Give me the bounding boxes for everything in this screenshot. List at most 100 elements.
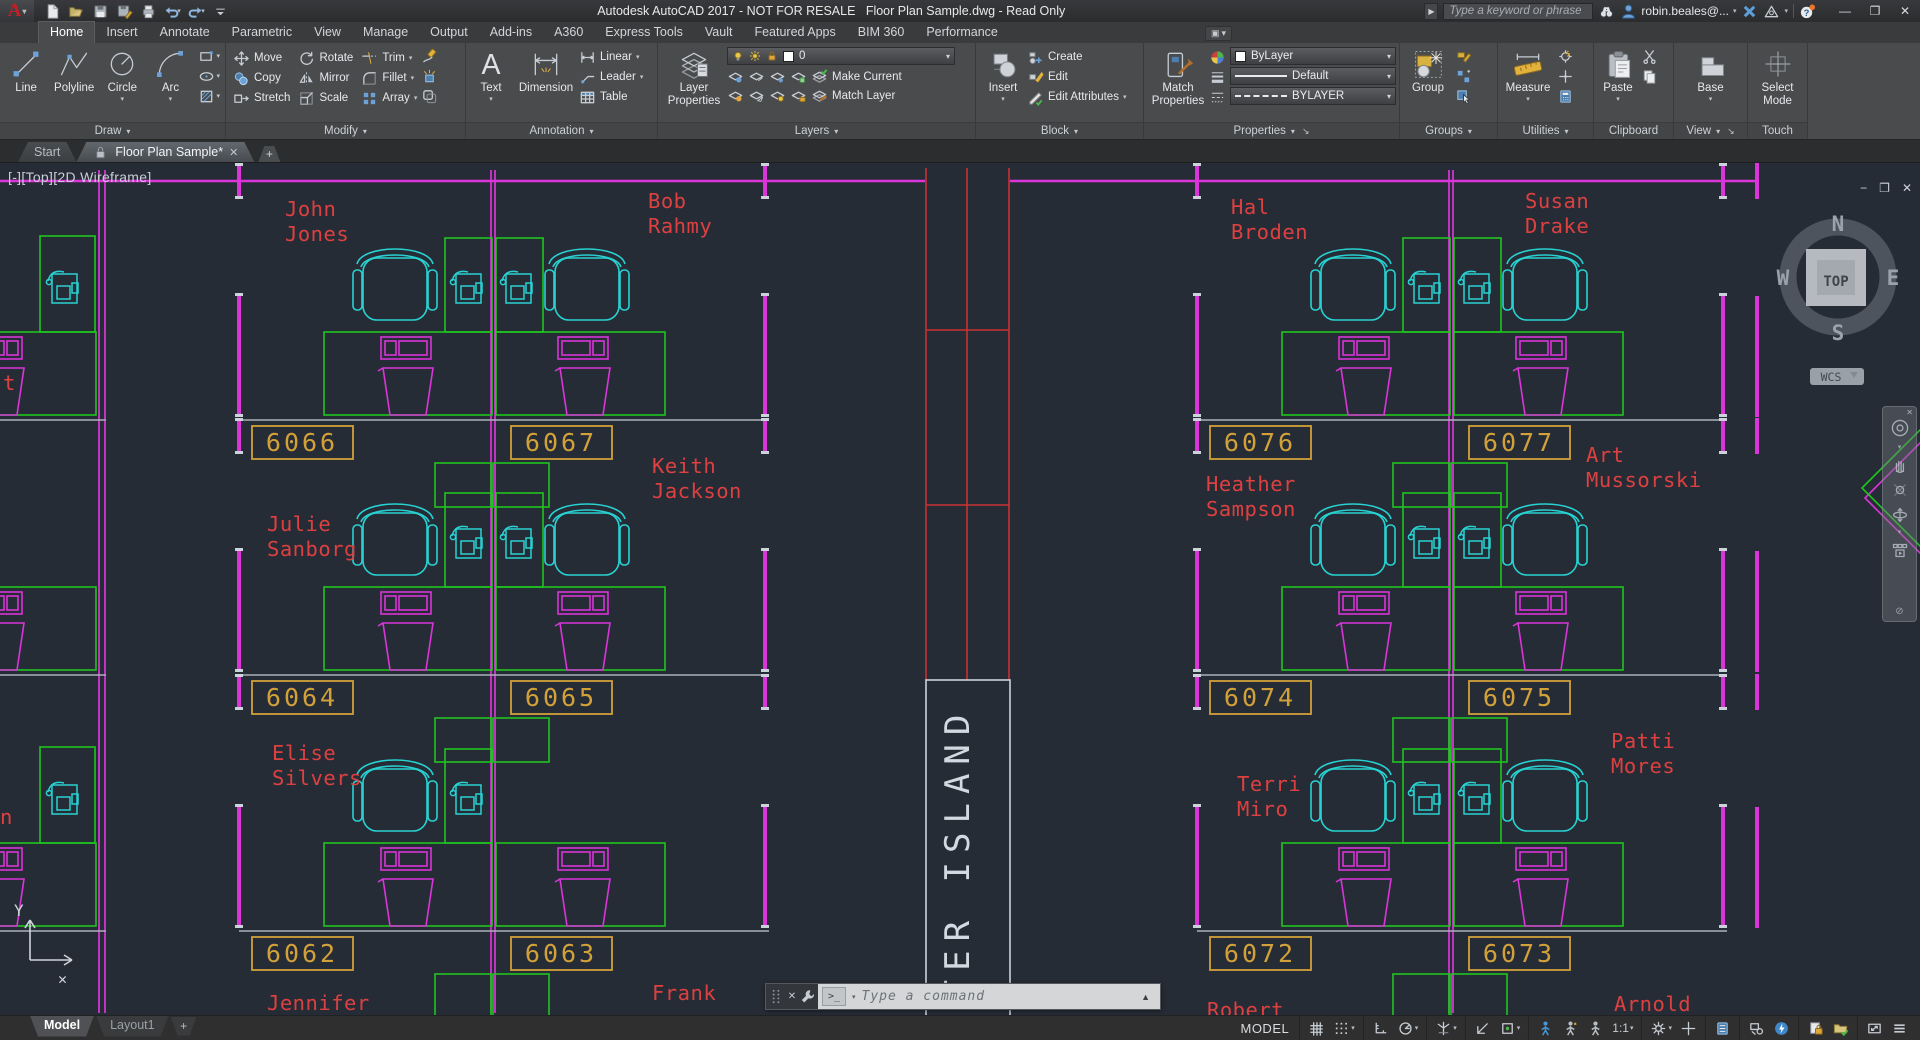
trim-button[interactable]: Trim▾ — [361, 48, 417, 68]
point-icon[interactable] — [1557, 67, 1574, 85]
create-block-button[interactable]: Create — [1027, 47, 1126, 67]
new-file-icon[interactable] — [42, 2, 62, 20]
menu-tab-manage[interactable]: Manage — [352, 22, 419, 43]
annotation-scale-icon[interactable] — [1584, 1017, 1607, 1039]
annotation-monitor-icon[interactable] — [1677, 1017, 1700, 1039]
match-properties-button[interactable]: Match Properties — [1147, 46, 1209, 108]
layer-properties-button[interactable]: Layer Properties — [661, 46, 727, 108]
panel-label-clipboard[interactable]: Clipboard — [1594, 122, 1673, 139]
view-cube[interactable]: NWESTOPWCS — [1777, 212, 1900, 385]
paste-button[interactable]: Paste▾ — [1597, 46, 1639, 104]
binoculars-icon[interactable] — [1598, 3, 1615, 20]
panel-label-annotation[interactable]: Annotation▾ — [466, 122, 657, 139]
panel-label-layers[interactable]: Layers▾ — [658, 122, 975, 139]
insert-button[interactable]: Insert▾ — [979, 46, 1027, 104]
command-line-bar[interactable]: ✕ >_ ▾ Type a command ▲ — [765, 983, 1161, 1010]
edit-attributes-button[interactable]: Edit Attributes▾ — [1027, 87, 1126, 107]
polar-icon[interactable]: ▾ — [1394, 1017, 1422, 1039]
close-button[interactable]: ✕ — [1890, 0, 1920, 22]
polyline-button[interactable]: Polyline — [51, 46, 97, 95]
table-button[interactable]: Table — [579, 87, 643, 107]
undo-icon[interactable]: ▾ — [162, 2, 182, 20]
help-icon[interactable]: ? — [1799, 3, 1816, 20]
panel-label-block[interactable]: Block▾ — [976, 122, 1143, 139]
panel-label-draw[interactable]: Draw▾ — [0, 122, 225, 139]
viewport-close-icon[interactable]: ✕ — [1902, 181, 1912, 195]
toolbar-options-icon[interactable] — [210, 2, 230, 20]
a360-menu[interactable]: ▾ — [1763, 3, 1788, 20]
close-tab-icon[interactable]: ✕ — [229, 146, 238, 159]
otrack-icon[interactable] — [1471, 1017, 1494, 1039]
scale-button[interactable]: Scale — [298, 88, 353, 108]
panel-label-groups[interactable]: Groups▾ — [1400, 122, 1497, 139]
minimize-button[interactable]: ― — [1830, 0, 1860, 22]
model-tab[interactable]: Model — [30, 1016, 94, 1037]
customization-icon[interactable] — [1888, 1017, 1911, 1039]
plot-icon[interactable] — [138, 2, 158, 20]
command-input[interactable]: Type a command — [862, 989, 986, 1004]
menu-tab-add-ins[interactable]: Add-ins — [479, 22, 543, 43]
command-bar-handle[interactable]: ✕ — [766, 984, 818, 1009]
search-go-icon[interactable]: ▶ — [1424, 3, 1438, 20]
hatch-tool-icon[interactable]: ▾ — [198, 87, 221, 105]
explode-tool-icon[interactable] — [421, 67, 438, 85]
menu-tab-a360[interactable]: A360 — [543, 22, 594, 43]
panel-label-view[interactable]: View▾↘ — [1674, 122, 1747, 139]
viewport-minimize-icon[interactable]: − — [1860, 181, 1867, 195]
select-mode-button[interactable]: Select Mode — [1752, 46, 1804, 108]
redo-icon[interactable]: ▾ — [186, 2, 206, 20]
isodraft-icon[interactable]: ▾ — [1432, 1017, 1460, 1039]
arc-button[interactable]: Arc▾ — [147, 46, 193, 104]
quick-calc-icon[interactable] — [1557, 87, 1574, 105]
cut-icon[interactable] — [1641, 47, 1658, 65]
search-input[interactable] — [1443, 3, 1593, 20]
stretch-button[interactable]: Stretch — [233, 88, 290, 108]
dimension-button[interactable]: Dimension — [513, 46, 579, 95]
menu-tab-annotate[interactable]: Annotate — [149, 22, 221, 43]
drag-handle-icon[interactable] — [768, 988, 785, 1005]
add-layout-button[interactable]: + — [171, 1017, 197, 1036]
panel-label-modify[interactable]: Modify▾ — [226, 122, 465, 139]
measure-button[interactable]: Measure▾ — [1501, 46, 1555, 104]
snap-icon[interactable]: ▾ — [1330, 1017, 1358, 1039]
linear-button[interactable]: Linear▾ — [579, 47, 643, 67]
group-select-icon[interactable] — [1455, 87, 1472, 105]
exchange-x-icon[interactable] — [1741, 3, 1758, 20]
menu-tab-bim-360[interactable]: BIM 360 — [847, 22, 916, 43]
move-button[interactable]: Move — [233, 48, 290, 68]
model-space-button[interactable]: MODEL — [1230, 1021, 1299, 1036]
ungroup-icon[interactable] — [1455, 67, 1472, 85]
open-folder-icon[interactable] — [66, 2, 86, 20]
quick-properties-icon[interactable] — [1745, 1017, 1768, 1039]
annotation-visibility-icon[interactable] — [1534, 1017, 1557, 1039]
navigation-bar[interactable]: ✕ ▾▾⊘ — [1882, 406, 1917, 622]
command-history-icon[interactable]: ▲ — [1141, 992, 1156, 1002]
security-icon[interactable] — [1804, 1017, 1827, 1039]
restore-button[interactable]: ❐ — [1860, 0, 1890, 22]
drawing-canvas[interactable]: 60666067JohnJonesBobRahmy60646065JulieSa… — [0, 163, 1920, 1015]
base-button[interactable]: Base▾ — [1689, 46, 1733, 104]
text-button[interactable]: AText▾ — [469, 46, 513, 104]
mirror-button[interactable]: Mirror — [298, 68, 353, 88]
file-tab-floor-plan[interactable]: Floor Plan Sample* ✕ — [76, 142, 254, 162]
scale-value[interactable]: 1:1▾ — [1609, 1017, 1636, 1039]
copy-button[interactable]: Copy — [233, 68, 290, 88]
command-close-icon[interactable]: ✕ — [788, 991, 796, 1002]
group-edit-icon[interactable] — [1455, 47, 1472, 65]
circle-button[interactable]: Circle▾ — [99, 46, 145, 104]
units-icon[interactable] — [1711, 1017, 1734, 1039]
osnap-icon[interactable]: ▾ — [1496, 1017, 1524, 1039]
ellipse-tool-icon[interactable]: ▾ — [198, 67, 221, 85]
menu-tab-home[interactable]: Home — [38, 21, 95, 43]
linetype-combo[interactable]: BYLAYER▾ — [1230, 87, 1396, 105]
orbit-icon[interactable] — [1891, 506, 1909, 524]
array-button[interactable]: Array▾ — [361, 88, 417, 108]
clean-screen-icon[interactable] — [1863, 1017, 1886, 1039]
leader-button[interactable]: Leader▾ — [579, 67, 643, 87]
erase-tool-icon[interactable] — [421, 47, 438, 65]
autocad-logo-icon[interactable]: A▾ — [0, 0, 34, 22]
showmotion-icon[interactable] — [1891, 541, 1909, 559]
autoscale-icon[interactable] — [1559, 1017, 1582, 1039]
command-prompt-icon[interactable]: >_ — [822, 987, 846, 1006]
copy-clip-icon[interactable] — [1641, 67, 1658, 85]
